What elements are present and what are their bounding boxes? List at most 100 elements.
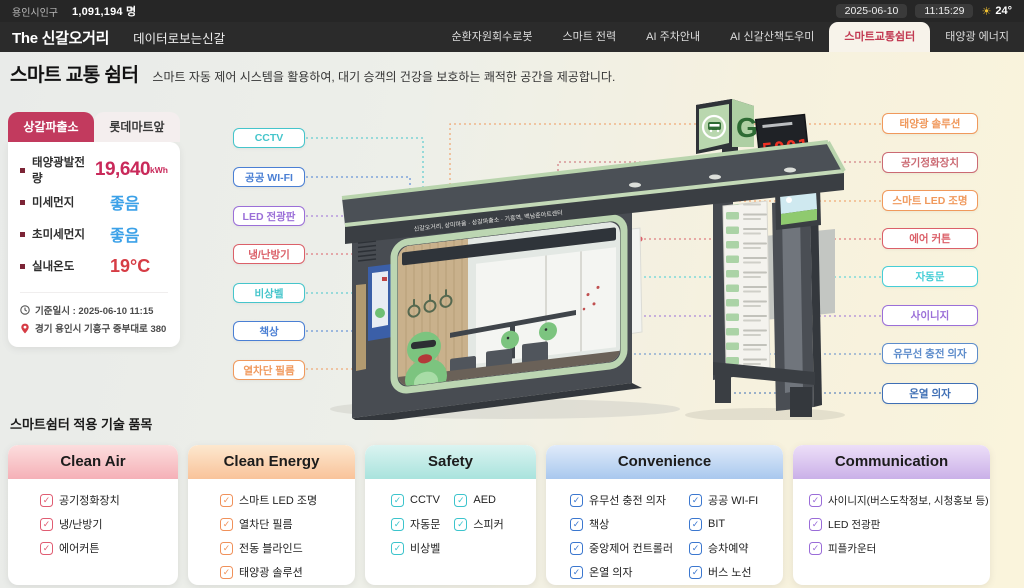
temperature-value: 24° — [995, 5, 1012, 17]
feature-led-board[interactable]: LED 전광판 — [233, 206, 305, 226]
population-label: 용인시인구 — [12, 4, 58, 19]
content-area: 스마트 교통 쉼터 스마트 자동 제어 시스템을 활용하여, 대기 승객의 건강… — [0, 52, 1024, 588]
list-item: CCTV — [391, 488, 440, 512]
page-title: 스마트 교통 쉼터 — [10, 60, 138, 87]
checkbox-icon — [454, 518, 467, 531]
list-item: 온열 의자 — [570, 560, 673, 584]
tab-smart-power[interactable]: 스마트 전력 — [547, 22, 631, 52]
feature-air-purifier[interactable]: 공기정화장치 — [882, 152, 978, 173]
solar-value: 19,640 — [95, 159, 150, 181]
feature-auto-door[interactable]: 자동문 — [882, 266, 978, 287]
checkbox-icon — [809, 494, 822, 507]
population-value: 1,091,194 명 — [72, 3, 136, 19]
feature-heat-block-film[interactable]: 열차단 필름 — [233, 360, 305, 380]
feature-hvac[interactable]: 냉/난방기 — [233, 244, 305, 264]
feature-solar-solution[interactable]: 태양광 솔루션 — [882, 113, 978, 134]
card-convenience: Convenience 유무선 충전 의자 책상 중앙제어 컨트롤러 온열 의자… — [546, 445, 783, 585]
stats-tab-sanggal[interactable]: 상갈파출소 — [8, 112, 94, 142]
card-communication: Communication 사이니지(버스도착정보, 시청홍보 등) LED 전… — [793, 445, 990, 585]
feature-signage[interactable]: 사이니지 — [882, 305, 978, 326]
bullet-icon — [20, 232, 25, 237]
sun-icon: ☀ — [981, 5, 991, 18]
bullet-icon — [20, 200, 25, 205]
list-item: 태양광 솔루션 — [220, 560, 355, 584]
route-list-board — [723, 201, 770, 370]
checkbox-icon — [570, 494, 583, 507]
checkbox-icon — [220, 518, 233, 531]
checkbox-icon — [689, 566, 702, 579]
feature-heated-chair[interactable]: 온열 의자 — [882, 383, 978, 404]
checkbox-icon — [40, 494, 53, 507]
fine-dust-value: 좋음 — [110, 190, 139, 214]
checkbox-icon — [454, 494, 467, 507]
status-bar: 용인시인구 1,091,194 명 2025-06-10 11:15:29 ☀ … — [0, 0, 1024, 22]
list-item: 에어커튼 — [40, 536, 178, 560]
checkbox-icon — [570, 566, 583, 579]
card-clean-air: Clean Air 공기정화장치 냉/난방기 에어커튼 — [8, 445, 178, 585]
checkbox-icon — [220, 566, 233, 579]
card-title: Clean Energy — [188, 445, 355, 479]
checkbox-icon — [220, 494, 233, 507]
metric-solar: 태양광발전량 19,640 kWh — [20, 154, 168, 186]
list-item: 비상벨 — [391, 536, 440, 560]
card-title: Convenience — [546, 445, 783, 479]
list-item: 승차예약 — [689, 536, 758, 560]
list-item: 냉/난방기 — [40, 512, 178, 536]
brand-subtitle[interactable]: 데이터로보는신갈 — [133, 28, 225, 47]
metric-ultrafine-dust: 초미세먼지 좋음 — [20, 218, 168, 250]
stats-tab-lottemart[interactable]: 롯데마트앞 — [94, 112, 180, 142]
list-item: 유무선 충전 의자 — [570, 488, 673, 512]
clock-icon — [20, 305, 30, 315]
time-chip: 11:15:29 — [915, 4, 973, 18]
tab-ai-parking[interactable]: AI 주차안내 — [631, 22, 715, 52]
tech-cards: Clean Air 공기정화장치 냉/난방기 에어커튼 Clean Energy… — [8, 445, 990, 585]
date-chip: 2025-06-10 — [836, 4, 908, 18]
smart-shelter-dashboard: 용인시인구 1,091,194 명 2025-06-10 11:15:29 ☀ … — [0, 0, 1024, 588]
feature-air-curtain[interactable]: 에어 커튼 — [882, 228, 978, 249]
tab-solar-energy[interactable]: 태양광 에너지 — [930, 22, 1024, 52]
checkbox-icon — [391, 494, 404, 507]
checkbox-icon — [689, 518, 702, 531]
page-description: 스마트 자동 제어 시스템을 활용하여, 대기 승객의 건강을 보호하는 쾌적한… — [152, 68, 615, 85]
list-item: AED — [454, 488, 503, 512]
ultrafine-dust-value: 좋음 — [110, 222, 139, 246]
feature-emergency-bell[interactable]: 비상벨 — [233, 283, 305, 303]
indoor-temp-value: 19°C — [110, 256, 150, 277]
card-safety: Safety CCTV 자동문 비상벨 AED 스피커 — [365, 445, 536, 585]
checkbox-icon — [809, 518, 822, 531]
list-item: 스피커 — [454, 512, 503, 536]
list-item: 버스 노선 — [689, 560, 758, 584]
list-item: 피플카운터 — [809, 536, 990, 560]
bullet-icon — [20, 264, 25, 269]
feature-public-wifi[interactable]: 공공 WI-FI — [233, 167, 305, 187]
list-item: 공기정화장치 — [40, 488, 178, 512]
list-item: 열차단 필름 — [220, 512, 355, 536]
bus-info-pillar — [713, 185, 822, 417]
list-item: 사이니지(버스도착정보, 시청홍보 등) — [809, 488, 990, 512]
metric-fine-dust: 미세먼지 좋음 — [20, 186, 168, 218]
nav-tabs: 순환자원회수로봇 스마트 전력 AI 주차안내 AI 신갈산책도우미 스마트교통… — [437, 22, 1024, 52]
shelter-illustration: G 5001 — [330, 85, 880, 420]
feature-cctv[interactable]: CCTV — [233, 128, 305, 148]
checkbox-icon — [391, 518, 404, 531]
address-row: 경기 용인시 기흥구 중부대로 380 — [20, 319, 168, 337]
tab-recycle-robot[interactable]: 순환자원회수로봇 — [437, 22, 548, 52]
feature-desk[interactable]: 책상 — [233, 321, 305, 341]
card-title: Safety — [365, 445, 536, 479]
list-item: LED 전광판 — [809, 512, 990, 536]
list-item: 중앙제어 컨트롤러 — [570, 536, 673, 560]
card-title: Communication — [793, 445, 990, 479]
wood-strip — [356, 284, 366, 371]
tab-ai-walk-helper[interactable]: AI 신갈산책도우미 — [715, 22, 829, 52]
list-item: 공공 WI-FI — [689, 488, 758, 512]
tab-smart-shelter[interactable]: 스마트교통쉼터 — [829, 22, 930, 52]
list-item: BIT — [689, 512, 758, 536]
list-item: 전동 블라인드 — [220, 536, 355, 560]
reference-time-row: 기준일시 : 2025-06-10 11:15 — [20, 301, 168, 319]
metric-indoor-temp: 실내온도 19°C — [20, 250, 168, 282]
checkbox-icon — [40, 542, 53, 555]
feature-smart-led[interactable]: 스마트 LED 조명 — [882, 190, 978, 211]
nav-bar: The 신갈오거리 데이터로보는신갈 순환자원회수로봇 스마트 전력 AI 주차… — [0, 22, 1024, 52]
feature-charging-chair[interactable]: 유무선 충전 의자 — [882, 343, 978, 364]
checkbox-icon — [689, 542, 702, 555]
